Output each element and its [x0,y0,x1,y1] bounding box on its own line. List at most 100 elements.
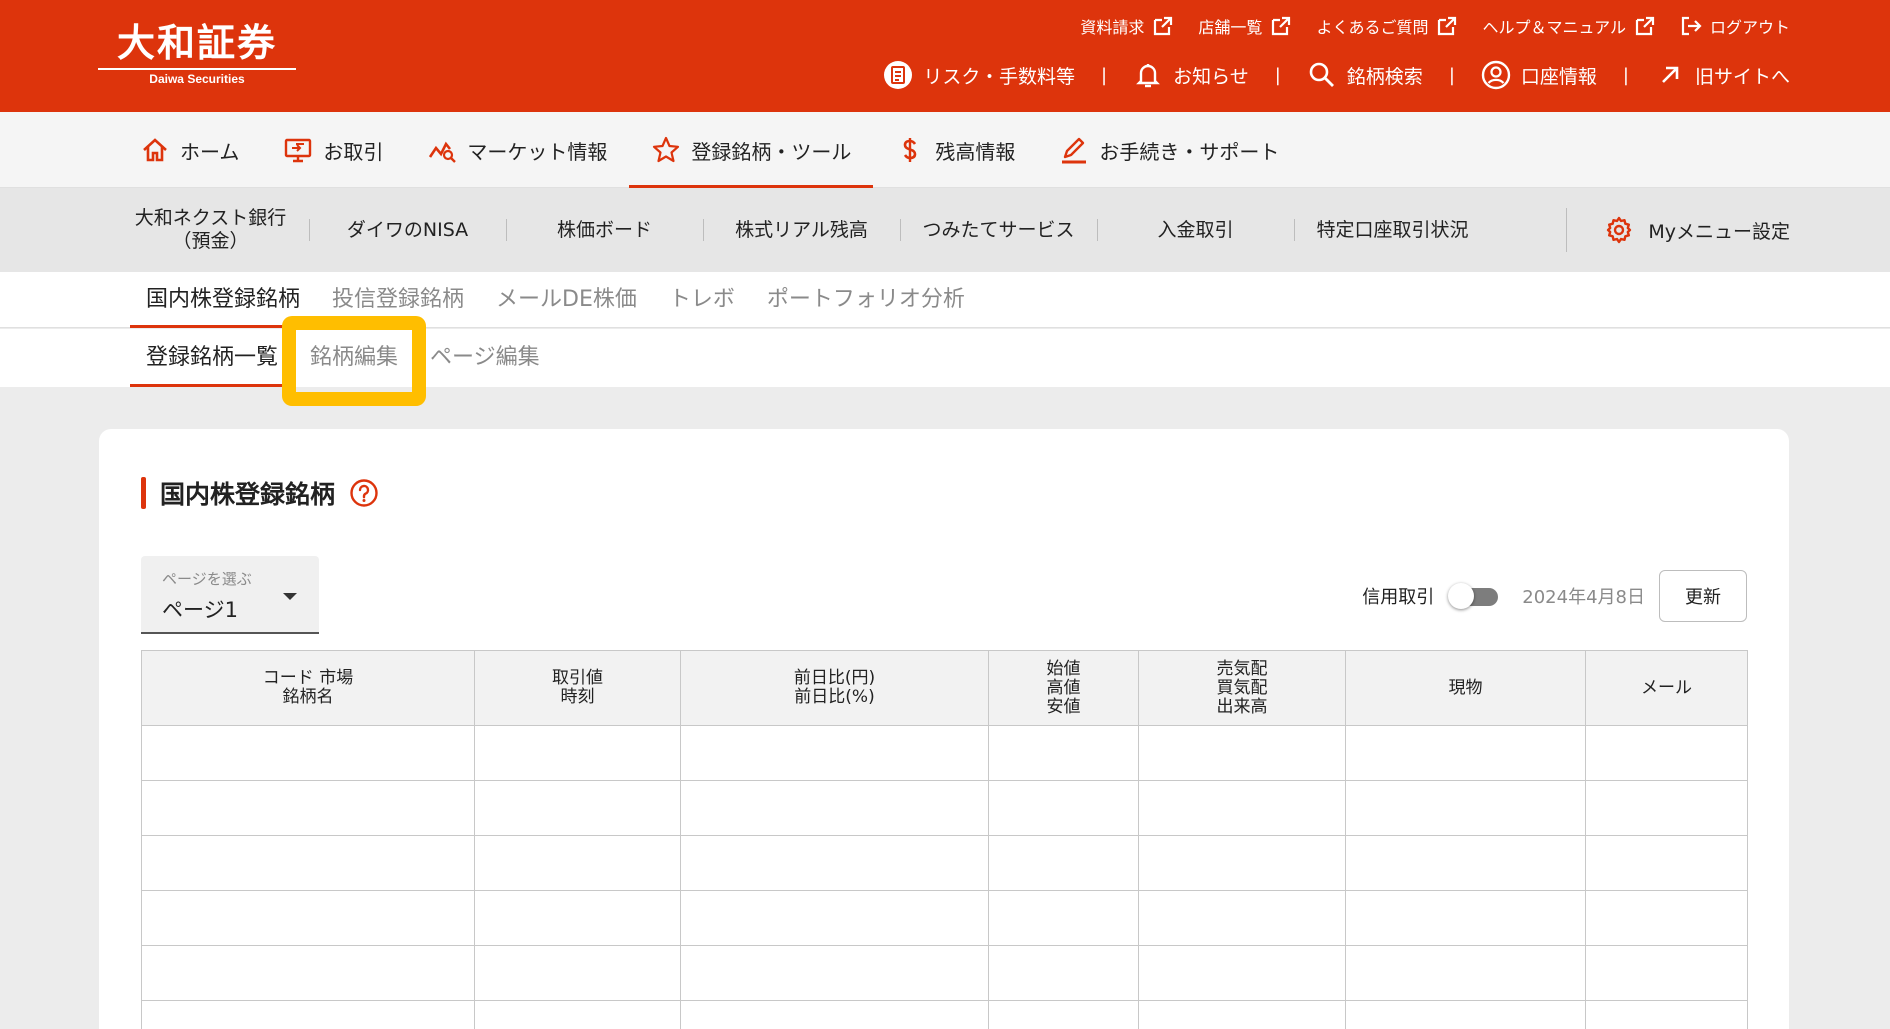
table-cell [1345,725,1586,781]
table-cell [680,835,989,891]
col-header-cash[interactable]: 現物 [1345,650,1586,726]
margin-trading-toggle[interactable] [1448,583,1500,609]
tab-mail-de-kabuka[interactable]: メールDE株価 [480,272,653,328]
mymenu-deposit-transaction[interactable]: 入金取引 [1097,219,1294,242]
logo-underline [98,68,296,70]
tab-trebo[interactable]: トレボ [653,272,751,328]
table-cell [474,945,681,1001]
nav-label: お手続き・サポート [1099,139,1280,164]
market-chart-icon [429,141,457,163]
table-cell [141,945,475,1001]
nav-procedures-support[interactable]: お手続き・サポート [1037,112,1301,188]
util-link-store-list[interactable]: 店舗一覧 [1198,14,1292,38]
table-body [141,725,1748,1029]
highlight-edit-stocks-tab [282,316,426,406]
mymenu-divider [1566,208,1567,252]
util-link-faq[interactable]: よくあるご質問 [1316,14,1458,38]
table-cell [474,780,681,836]
mymenu-real-stock-balance[interactable]: 株式リアル残高 [703,219,900,242]
mymenu-tsumitate-service[interactable]: つみたてサービス [900,219,1097,242]
utility-links: 資料請求 店舗一覧 よくあるご質問 ヘルプ＆マニュアル ログアウト [1080,14,1790,38]
page-select-label: ページを選ぶ [162,570,252,588]
table-cell [988,725,1139,781]
table-cell [680,890,989,946]
table-cell [1138,1000,1346,1029]
table-row [141,945,1748,1001]
header-main-links: リスク・手数料等 | お知らせ | 銘柄検索 | 口座情報 | 旧サイトへ [883,60,1790,90]
data-date: 2024年4月8日 [1522,587,1645,608]
col-header-code-market-name[interactable]: コード 市場 銘柄名 [141,650,475,726]
my-menu-bar: 大和ネクスト銀行 （預金） ダイワのNISA 株価ボード 株式リアル残高 つみた… [0,188,1890,272]
home-icon [143,138,167,162]
header-link-notifications[interactable]: お知らせ [1133,60,1249,90]
col-header-mail[interactable]: メール [1585,650,1748,726]
table-cell [1585,835,1748,891]
page-select-dropdown[interactable]: ページを選ぶ ページ1 [141,556,319,634]
col-header-change[interactable]: 前日比(円) 前日比(%) [680,650,989,726]
table-cell [474,890,681,946]
mymenu-settings-label: Myメニュー設定 [1648,220,1790,243]
table-cell [1585,1000,1748,1029]
util-link-help-manual[interactable]: ヘルプ＆マニュアル [1482,14,1656,38]
page-select-value: ページ1 [162,598,238,622]
tab-registered-list[interactable]: 登録銘柄一覧 [130,329,295,387]
gear-icon [1607,216,1632,244]
table-cell [141,1000,475,1029]
title-accent-bar [141,477,146,509]
util-link-label: ログアウト [1709,18,1790,37]
mymenu-stock-board[interactable]: 株価ボード [506,219,703,242]
util-link-logout[interactable]: ログアウト [1680,14,1790,38]
col-header-ask-bid-volume[interactable]: 売気配 買気配 出来高 [1138,650,1346,726]
table-cell [1345,1000,1586,1029]
table-cell [988,780,1139,836]
nav-registered-stocks-tools[interactable]: 登録銘柄・ツール [629,112,874,188]
header-link-stock-search[interactable]: 銘柄検索 [1307,60,1423,90]
header-link-account-info[interactable]: 口座情報 [1481,60,1597,90]
table-cell [1585,725,1748,781]
table-cell [1585,890,1748,946]
table-cell [141,890,475,946]
table-toolbar: 信用取引 2024年4月8日 更新 [1362,570,1747,622]
table-cell [988,890,1139,946]
col-header-open-high-low[interactable]: 始値 高値 安値 [988,650,1139,726]
logo-sub-text: Daiwa Securities [149,72,245,86]
registered-stocks-card: 国内株登録銘柄 ページを選ぶ ページ1 信用取引 2024年4月8日 更新 コー… [99,429,1789,1029]
nav-trading[interactable]: お取引 [261,112,405,188]
table-cell [1138,780,1346,836]
mymenu-daiwa-next-bank[interactable]: 大和ネクスト銀行 （預金） [112,207,309,253]
daiwa-logo[interactable]: 大和証券 Daiwa Securities [98,20,296,86]
table-row [141,780,1748,836]
mymenu-specific-account-status[interactable]: 特定口座取引状況 [1294,219,1491,242]
util-link-label: 店舗一覧 [1198,18,1263,37]
header-separator: | [1101,64,1108,86]
tab-edit-pages[interactable]: ページ編集 [414,329,556,387]
registered-stocks-table: コード 市場 銘柄名 取引値 時刻 前日比(円) 前日比(%) 始値 高値 安値… [141,650,1748,1029]
table-cell [474,1000,681,1029]
table-cell [1585,780,1748,836]
nav-home[interactable]: ホーム [118,112,261,188]
nav-market-info[interactable]: マーケット情報 [405,112,629,188]
col-header-price-time[interactable]: 取引値 時刻 [474,650,681,726]
header-link-label: リスク・手数料等 [923,65,1076,88]
table-cell [988,1000,1139,1029]
refresh-button[interactable]: 更新 [1659,570,1747,622]
tab-portfolio-analysis[interactable]: ポートフォリオ分析 [751,272,981,328]
table-cell [680,1000,989,1029]
util-link-document-request[interactable]: 資料請求 [1080,14,1174,38]
mymenu-settings-button[interactable]: Myメニュー設定 [1604,188,1790,272]
mymenu-daiwa-nisa[interactable]: ダイワのNISA [309,219,506,242]
arrow-up-right-icon [1662,66,1679,83]
user-icon [1481,60,1511,90]
header-link-old-site[interactable]: 旧サイトへ [1655,60,1790,90]
table-cell [1138,835,1346,891]
table-cell [141,780,475,836]
nav-label: 残高情報 [935,139,1016,164]
logo-main-text: 大和証券 [116,20,277,65]
header-link-label: 旧サイトへ [1694,65,1790,88]
table-row [141,1000,1748,1029]
page-title: 国内株登録銘柄 [160,480,336,509]
nav-balance-info[interactable]: 残高情報 [873,112,1037,188]
help-icon[interactable] [349,478,379,508]
header-link-risk-fees[interactable]: リスク・手数料等 [883,60,1075,90]
table-cell [680,725,989,781]
